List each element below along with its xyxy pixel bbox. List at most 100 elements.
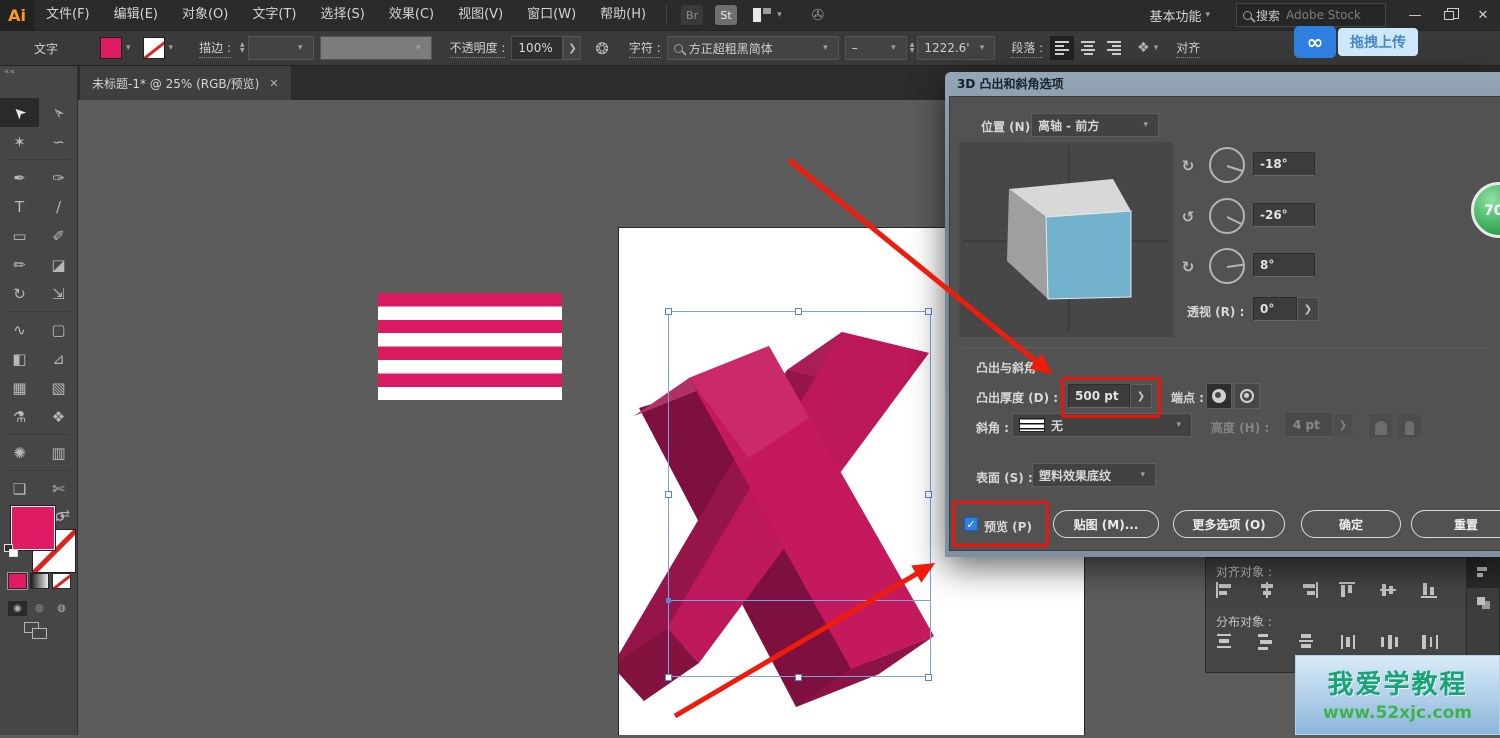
- font-family-select[interactable]: 方正超粗黑简体 ▾: [667, 36, 839, 60]
- stroke-weight-select[interactable]: ▾: [248, 36, 314, 60]
- graph-tool[interactable]: ▥: [39, 438, 78, 467]
- chevron-down-icon[interactable]: ▾: [777, 10, 782, 20]
- arrange-documents-icon[interactable]: [753, 8, 771, 22]
- selection-handle[interactable]: [665, 491, 672, 498]
- stock-search-input[interactable]: 搜索 Adobe Stock: [1236, 3, 1386, 27]
- menu-select[interactable]: 选择(S): [308, 0, 376, 30]
- slice-tool[interactable]: ✄: [39, 474, 78, 503]
- reset-button[interactable]: 重置: [1411, 510, 1500, 538]
- cap-off-button[interactable]: [1234, 383, 1260, 409]
- align-right-button[interactable]: [1102, 36, 1126, 60]
- dialog-title[interactable]: 3D 凸出和斜角选项: [949, 72, 1500, 96]
- gradient-tool[interactable]: ▧: [39, 373, 78, 402]
- line-tool[interactable]: ∕: [39, 192, 78, 221]
- menu-effect[interactable]: 效果(C): [377, 0, 446, 30]
- eyedropper-tool[interactable]: ⚗: [0, 402, 39, 431]
- anchor-point[interactable]: [666, 598, 671, 603]
- close-button[interactable]: ✕: [1466, 0, 1500, 30]
- menu-view[interactable]: 视图(V): [446, 0, 515, 30]
- recolor-artwork-icon[interactable]: ❂: [595, 39, 608, 58]
- character-label[interactable]: 字符 :: [629, 39, 661, 58]
- direct-selection-tool[interactable]: ➢: [39, 98, 78, 127]
- align-left-button[interactable]: [1050, 36, 1074, 60]
- font-size-stepper[interactable]: ▲▼: [910, 42, 915, 54]
- gpu-performance-icon[interactable]: ✇: [812, 6, 825, 24]
- menu-type[interactable]: 文字(T): [240, 0, 308, 30]
- distribute-left-button[interactable]: [1337, 632, 1361, 652]
- selection-handle[interactable]: [795, 308, 802, 315]
- lasso-tool[interactable]: ∽: [39, 127, 78, 156]
- draw-normal-button[interactable]: ◉: [8, 601, 27, 616]
- free-transform-tool[interactable]: ▢: [39, 315, 78, 344]
- mesh-tool[interactable]: ▦: [0, 373, 39, 402]
- paragraph-label[interactable]: 段落 :: [1011, 39, 1043, 58]
- type-tool[interactable]: T: [0, 192, 39, 221]
- screen-mode-button[interactable]: [24, 622, 54, 642]
- gradient-mode-button[interactable]: [30, 573, 49, 589]
- rotate-y-field[interactable]: -26°: [1253, 203, 1315, 227]
- opacity-expand-button[interactable]: ❯: [563, 36, 581, 60]
- cloud-upload-icon[interactable]: ∞: [1294, 26, 1336, 58]
- shaper-tool[interactable]: ✏: [0, 250, 39, 279]
- bridge-icon[interactable]: Br: [681, 5, 703, 25]
- opacity-label[interactable]: 不透明度 :: [450, 39, 506, 58]
- rotate-x-dial[interactable]: [1209, 147, 1245, 183]
- chevron-down-icon[interactable]: ▾: [126, 43, 131, 53]
- stroke-color-swatch[interactable]: [143, 37, 165, 59]
- map-art-button[interactable]: 贴图 (M)...: [1053, 510, 1159, 538]
- selection-tool[interactable]: ➤: [0, 98, 39, 127]
- rotate-tool[interactable]: ↻: [0, 279, 39, 308]
- blend-tool[interactable]: ❖: [39, 402, 78, 431]
- menu-file[interactable]: 文件(F): [34, 0, 102, 30]
- color-mode-button[interactable]: [8, 573, 27, 589]
- rotate-x-field[interactable]: -18°: [1253, 152, 1315, 176]
- align-center-button[interactable]: [1076, 36, 1100, 60]
- more-options-button[interactable]: 更多选项 (O): [1173, 510, 1285, 538]
- menu-window[interactable]: 窗口(W): [515, 0, 588, 30]
- perspective-field[interactable]: 0°: [1253, 297, 1297, 321]
- distribute-center-h-button[interactable]: [1378, 632, 1402, 652]
- surface-select[interactable]: 塑料效果底纹 ▾: [1032, 463, 1156, 487]
- selection-handle[interactable]: [925, 491, 932, 498]
- width-tool[interactable]: ∿: [0, 315, 39, 344]
- eraser-tool[interactable]: ◪: [39, 250, 78, 279]
- distribute-top-button[interactable]: [1214, 632, 1238, 652]
- distribute-right-button[interactable]: [1419, 632, 1443, 652]
- chevron-down-icon[interactable]: ▾: [1154, 43, 1159, 53]
- align-top-button[interactable]: [1337, 580, 1361, 600]
- draw-inside-button[interactable]: ◍: [52, 601, 71, 616]
- scale-tool[interactable]: ⇲: [39, 279, 78, 308]
- close-tab-icon[interactable]: ✕: [269, 77, 278, 90]
- align-center-h-button[interactable]: [1255, 580, 1279, 600]
- rectangle-tool[interactable]: ▭: [0, 221, 39, 250]
- perspective-expand-button[interactable]: ❯: [1297, 297, 1319, 321]
- selection-handle[interactable]: [665, 308, 672, 315]
- rotation-track-cube[interactable]: [959, 142, 1173, 337]
- ok-button[interactable]: 确定: [1301, 510, 1401, 538]
- striped-flag-artwork[interactable]: [378, 293, 562, 400]
- menu-object[interactable]: 对象(O): [170, 0, 240, 30]
- pathfinder-panel-tab-icon[interactable]: [1467, 588, 1500, 618]
- paintbrush-tool[interactable]: ✐: [39, 221, 78, 250]
- document-tab[interactable]: 未标题-1* @ 25% (RGB/预览) ✕: [80, 66, 291, 100]
- stock-icon[interactable]: St: [715, 5, 737, 25]
- selection-handle[interactable]: [665, 674, 672, 681]
- draw-behind-button[interactable]: ◎: [30, 601, 49, 616]
- distribute-bottom-button[interactable]: [1296, 632, 1320, 652]
- align-center-v-button[interactable]: [1378, 580, 1402, 600]
- rotate-y-dial[interactable]: [1209, 198, 1245, 234]
- selection-handle[interactable]: [925, 674, 932, 681]
- magic-wand-tool[interactable]: ✶: [0, 127, 39, 156]
- restore-button[interactable]: [1432, 0, 1466, 30]
- align-panel-label[interactable]: 对齐: [1176, 39, 1200, 58]
- swap-fill-stroke-icon[interactable]: ⇄: [60, 507, 70, 521]
- menu-edit[interactable]: 编辑(E): [102, 0, 170, 30]
- stroke-stepper[interactable]: ▲▼: [240, 42, 245, 54]
- position-select[interactable]: 离轴 - 前方 ▾: [1031, 113, 1159, 137]
- align-panel-tab-icon[interactable]: [1467, 558, 1500, 588]
- rotate-z-field[interactable]: 8°: [1253, 253, 1315, 277]
- selection-handle[interactable]: [925, 308, 932, 315]
- 3d-extrude-bevel-dialog[interactable]: 3D 凸出和斜角选项 位置 (N) : 离轴 - 前方 ▾ ↻ -18° ↺ -…: [945, 72, 1500, 557]
- panel-collapse-handle[interactable]: ««: [0, 66, 77, 80]
- menu-help[interactable]: 帮助(H): [588, 0, 658, 30]
